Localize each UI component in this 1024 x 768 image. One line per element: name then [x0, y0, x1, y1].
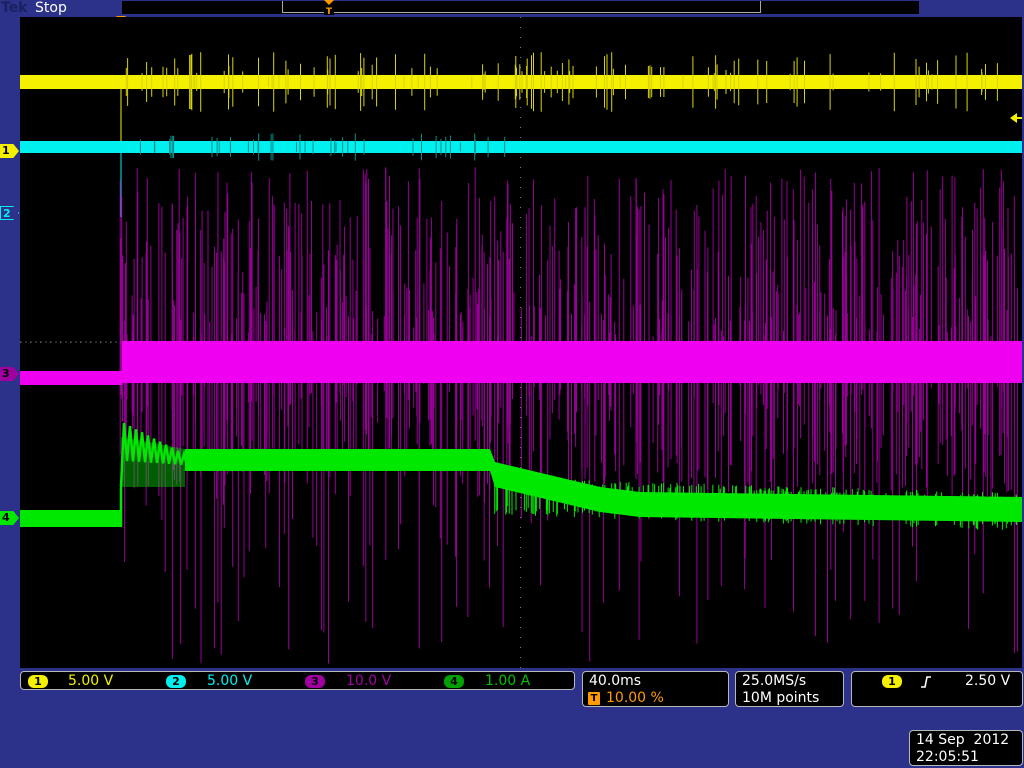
- time-text: 22:05:51: [916, 749, 979, 765]
- channel-3-badge[interactable]: 3: [305, 675, 325, 688]
- channel-1-trace: [20, 75, 1022, 89]
- date-text: 14 Sep 2012: [916, 732, 1010, 748]
- channel-3-marker[interactable]: 3: [0, 367, 19, 381]
- rising-edge-icon: [921, 676, 931, 688]
- timebase-readout[interactable]: 40.0ms T 10.00 %: [582, 671, 729, 707]
- channel-2-scale[interactable]: 5.00 V: [207, 673, 252, 690]
- channel-1-marker[interactable]: 1: [0, 144, 19, 158]
- channel-4-trace-pre: [20, 510, 122, 527]
- channel-2-badge[interactable]: 2: [166, 675, 186, 688]
- channel-4-scale[interactable]: 1.00 A: [485, 673, 530, 690]
- waveform-canvas: [20, 17, 1022, 668]
- trigger-readout[interactable]: 1 2.50 V: [851, 671, 1023, 707]
- svg-text:T: T: [326, 7, 333, 16]
- trigger-level-icon[interactable]: [1009, 111, 1023, 125]
- trigger-position-icon: T: [588, 692, 600, 705]
- datetime-readout: 14 Sep 2012 22:05:51: [909, 730, 1023, 766]
- channel-4-ringing-fill: [121, 437, 185, 487]
- channel-4-badge[interactable]: 4: [444, 675, 464, 688]
- channel-1-scale[interactable]: 5.00 V: [68, 673, 113, 690]
- acquisition-readout[interactable]: 25.0MS/s 10M points: [735, 671, 844, 707]
- record-view-window[interactable]: [282, 1, 761, 13]
- trigger-level: 2.50 V: [965, 673, 1011, 689]
- trigger-source-badge: 1: [882, 675, 902, 688]
- record-trigger-position-icon: T: [324, 0, 334, 16]
- channel-4-trace-mid: [185, 449, 490, 471]
- channel-3-trace-pre: [20, 371, 122, 385]
- channel-4-marker[interactable]: 4: [0, 511, 19, 525]
- channel-2-trace: [20, 141, 1022, 153]
- horizontal-scale: 40.0ms: [589, 673, 642, 689]
- tek-logo: Tek: [1, 0, 28, 16]
- waveform-display[interactable]: [20, 17, 1022, 668]
- channel-1-badge[interactable]: 1: [28, 675, 48, 688]
- run-status: Stop: [35, 0, 67, 16]
- sample-rate: 25.0MS/s: [742, 673, 807, 689]
- record-length: 10M points: [742, 690, 820, 706]
- channel-2-marker[interactable]: 2: [0, 206, 19, 220]
- channel-3-spikes: [119, 167, 1018, 664]
- channel-3-trace: [122, 341, 1022, 383]
- trigger-position-value: 10.00 %: [606, 690, 664, 706]
- channel-3-scale[interactable]: 10.0 V: [346, 673, 391, 690]
- channel-readout-bar: 1 5.00 V 2 5.00 V 3 10.0 V 4 1.00 A: [20, 671, 575, 690]
